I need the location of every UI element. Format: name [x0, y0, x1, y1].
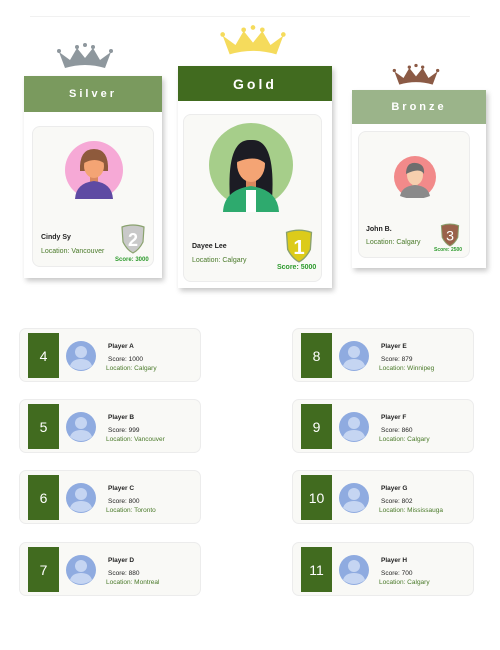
- svg-text:3: 3: [446, 228, 454, 244]
- bronze-player-name: John B.: [366, 226, 392, 233]
- rank-box: 9: [301, 404, 332, 449]
- silver-player-location: Location: Vancouver: [41, 248, 105, 255]
- user-avatar-icon: [66, 341, 96, 371]
- player-row[interactable]: 4 Player A Score: 1000 Location: Calgary: [19, 328, 201, 382]
- user-avatar-icon: [66, 412, 96, 442]
- bronze-title: Bronze: [391, 101, 447, 113]
- player-score: Score: 999: [108, 427, 140, 434]
- rank-box: 8: [301, 333, 332, 378]
- user-avatar-icon: [339, 483, 369, 513]
- user-avatar-icon: [339, 341, 369, 371]
- player-score: Score: 879: [381, 356, 413, 363]
- player-row[interactable]: 5 Player B Score: 999 Location: Vancouve…: [19, 399, 201, 453]
- player-row[interactable]: 11 Player H Score: 700 Location: Calgary: [292, 542, 474, 596]
- player-row[interactable]: 6 Player C Score: 800 Location: Toronto: [19, 470, 201, 524]
- player-row[interactable]: 7 Player D Score: 880 Location: Montreal: [19, 542, 201, 596]
- divider: [30, 16, 470, 17]
- player-score: Score: 860: [381, 427, 413, 434]
- player-location: Location: Winnipeg: [379, 365, 435, 372]
- player-name: Player H: [381, 557, 408, 564]
- user-avatar-icon: [66, 483, 96, 513]
- rank-box: 4: [28, 333, 59, 378]
- gold-player-location: Location: Calgary: [192, 257, 247, 264]
- player-location: Location: Mississauga: [379, 507, 443, 514]
- player-location: Location: Toronto: [106, 507, 156, 514]
- svg-text:2: 2: [128, 230, 138, 250]
- bronze-crown-icon: [392, 63, 440, 85]
- bronze-podium-card: Bronze John B. Location: Calgary 3 Score…: [352, 90, 486, 268]
- rank-1-shield-icon: 1: [285, 229, 313, 263]
- male-avatar-icon: [394, 156, 436, 198]
- silver-player-score: Score: 3000: [115, 257, 149, 263]
- player-location: Location: Calgary: [106, 365, 157, 372]
- player-location: Location: Calgary: [379, 436, 430, 443]
- player-name: Player A: [108, 343, 134, 350]
- rank-box: 7: [28, 547, 59, 592]
- player-row[interactable]: 8 Player E Score: 879 Location: Winnipeg: [292, 328, 474, 382]
- player-name: Player G: [381, 485, 408, 492]
- gold-title: Gold: [233, 75, 277, 92]
- bronze-player-location: Location: Calgary: [366, 239, 421, 246]
- player-score: Score: 880: [108, 570, 140, 577]
- player-name: Player C: [108, 485, 135, 492]
- gold-player-score: Score: 5000: [277, 264, 317, 271]
- bronze-player-score: Score: 2500: [434, 247, 463, 253]
- gold-player-card[interactable]: Dayee Lee Location: Calgary 1 Score: 500…: [183, 114, 322, 282]
- player-location: Location: Montreal: [106, 579, 160, 586]
- user-avatar-icon: [339, 555, 369, 585]
- player-name: Player B: [108, 414, 135, 421]
- bronze-header: Bronze: [352, 90, 486, 124]
- user-avatar-icon: [339, 412, 369, 442]
- player-name: Player E: [381, 343, 407, 350]
- player-score: Score: 802: [381, 498, 413, 505]
- silver-podium-card: Silver Cindy Sy Location: Vancouver 2 Sc…: [24, 76, 162, 278]
- svg-text:1: 1: [293, 237, 304, 259]
- gold-player-name: Dayee Lee: [192, 243, 227, 250]
- player-row[interactable]: 10 Player G Score: 802 Location: Mississ…: [292, 470, 474, 524]
- gold-header: Gold: [178, 66, 332, 101]
- rank-box: 10: [301, 475, 332, 520]
- player-location: Location: Vancouver: [106, 436, 165, 443]
- female-avatar-icon: [65, 141, 123, 199]
- player-location: Location: Calgary: [379, 579, 430, 586]
- user-avatar-icon: [66, 555, 96, 585]
- silver-crown-icon: [57, 43, 113, 68]
- player-row[interactable]: 9 Player F Score: 860 Location: Calgary: [292, 399, 474, 453]
- rank-box: 11: [301, 547, 332, 592]
- gold-podium-card: Gold Dayee Lee Location: Calgary 1 Score…: [178, 66, 332, 288]
- rank-box: 5: [28, 404, 59, 449]
- gold-crown-icon: [220, 25, 286, 55]
- silver-header: Silver: [24, 76, 162, 112]
- silver-title: Silver: [69, 88, 117, 100]
- player-name: Player D: [108, 557, 135, 564]
- female-avatar-icon: [209, 123, 293, 212]
- rank-3-shield-icon: 3: [440, 223, 460, 247]
- silver-player-card[interactable]: Cindy Sy Location: Vancouver 2 Score: 30…: [32, 126, 154, 267]
- player-name: Player F: [381, 414, 407, 421]
- bronze-player-card[interactable]: John B. Location: Calgary 3 Score: 2500: [358, 131, 470, 258]
- player-score: Score: 1000: [108, 356, 144, 363]
- silver-player-name: Cindy Sy: [41, 234, 71, 241]
- rank-2-shield-icon: 2: [121, 224, 145, 254]
- player-score: Score: 700: [381, 570, 413, 577]
- rank-box: 6: [28, 475, 59, 520]
- player-score: Score: 800: [108, 498, 140, 505]
